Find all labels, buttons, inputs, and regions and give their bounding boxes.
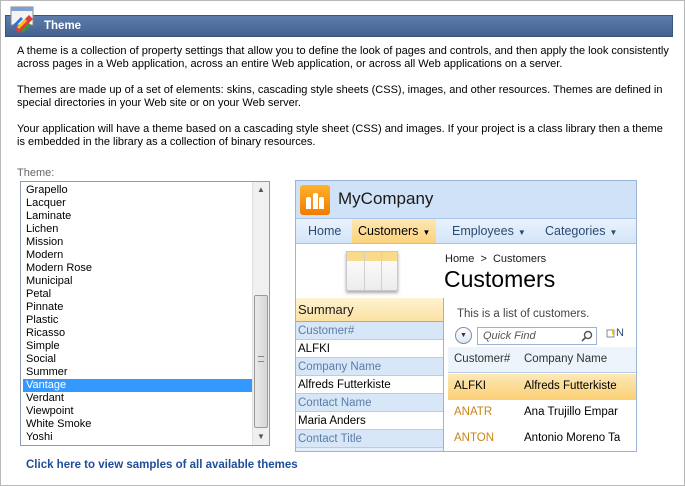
- scroll-up-icon[interactable]: ▲: [253, 182, 269, 198]
- grip-icon: [258, 356, 264, 362]
- theme-option[interactable]: Pinnate: [23, 301, 252, 314]
- quick-find-input[interactable]: Quick Find: [477, 327, 597, 345]
- theme-option[interactable]: Mission: [23, 236, 252, 249]
- summary-label-title: Contact Title: [296, 430, 443, 448]
- theme-option[interactable]: Petal: [23, 288, 252, 301]
- new-button[interactable]: N: [606, 327, 624, 339]
- grid-header: Customer# Company Name: [448, 347, 636, 373]
- theme-option[interactable]: White Smoke: [23, 418, 252, 431]
- section-header: Theme: [5, 15, 673, 37]
- search-icon[interactable]: [581, 330, 593, 342]
- section-title: Theme: [44, 20, 82, 32]
- actions-dropdown-icon[interactable]: ▼: [455, 327, 472, 344]
- scroll-thumb[interactable]: [254, 295, 268, 428]
- preview-menu-bar: Home Customers ▼ Employees ▼ Categories ▼: [296, 218, 636, 244]
- theme-list-items: Grapello Lacquer Laminate Lichen Mission Mode…: [23, 184, 252, 444]
- theme-listbox[interactable]: Grapello Lacquer Laminate Lichen Mission Mode…: [20, 181, 270, 446]
- column-company-name[interactable]: Company Name: [524, 353, 607, 365]
- chevron-down-icon: ▼: [609, 228, 618, 237]
- new-record-icon: [606, 328, 616, 338]
- theme-preview: MyCompany Home Customers ▼ Employees ▼ Cat…: [295, 180, 637, 452]
- summary-value-company: Alfreds Futterkiste: [296, 376, 443, 394]
- page-title: Customers: [444, 266, 556, 292]
- theme-option[interactable]: Vantage: [23, 379, 252, 392]
- summary-label-customer: Customer#: [296, 322, 443, 340]
- grid-illustration-icon: [346, 251, 398, 291]
- theme-option[interactable]: Laminate: [23, 210, 252, 223]
- breadcrumb[interactable]: Home > Customers: [445, 253, 546, 265]
- theme-option[interactable]: Yoshi: [23, 431, 252, 444]
- intro-paragraph-3: Your application will have a theme based…: [17, 123, 663, 148]
- preview-topbar: MyCompany: [296, 181, 636, 218]
- theme-option[interactable]: Lichen: [23, 223, 252, 236]
- menu-customers[interactable]: Customers ▼: [352, 219, 437, 243]
- theme-option[interactable]: Municipal: [23, 275, 252, 288]
- theme-option[interactable]: Plastic: [23, 314, 252, 327]
- menu-employees[interactable]: Employees ▼: [446, 219, 532, 243]
- table-row[interactable]: ANTON Antonio Moreno Ta: [448, 426, 636, 451]
- theme-option[interactable]: Lacquer: [23, 197, 252, 210]
- summary-value-contact: Maria Anders: [296, 412, 443, 430]
- theme-option[interactable]: Viewpoint: [23, 405, 252, 418]
- column-customer-id[interactable]: Customer#: [454, 353, 510, 365]
- theme-palette-icon: [10, 6, 34, 33]
- table-row[interactable]: ANATR Ana Trujillo Empar: [448, 400, 636, 426]
- table-row[interactable]: ALFKI Alfreds Futterkiste: [448, 374, 636, 400]
- menu-categories[interactable]: Categories ▼: [539, 219, 623, 243]
- theme-page: Theme A theme is a collection of propert…: [0, 0, 685, 486]
- theme-option[interactable]: Summer: [23, 366, 252, 379]
- chevron-down-icon: ▼: [422, 228, 431, 237]
- theme-option[interactable]: Ricasso: [23, 327, 252, 340]
- listbox-scrollbar[interactable]: ▲ ▼: [252, 182, 269, 445]
- quick-find-placeholder: Quick Find: [483, 330, 536, 342]
- summary-label-contact: Contact Name: [296, 394, 443, 412]
- summary-label-company: Company Name: [296, 358, 443, 376]
- summary-title: Summary: [296, 298, 443, 322]
- scroll-down-icon[interactable]: ▼: [253, 429, 269, 445]
- company-name: MyCompany: [338, 189, 434, 208]
- view-samples-link[interactable]: Click here to view samples of all availa…: [26, 459, 298, 471]
- chevron-down-icon: ▼: [517, 228, 526, 237]
- theme-option[interactable]: Social: [23, 353, 252, 366]
- menu-home[interactable]: Home: [302, 219, 347, 243]
- summary-value-customer: ALFKI: [296, 340, 443, 358]
- theme-option[interactable]: Grapello: [23, 184, 252, 197]
- company-logo-icon: [300, 185, 330, 215]
- summary-panel: Summary Customer# ALFKI Company Name Alf…: [296, 298, 444, 451]
- theme-option[interactable]: Simple: [23, 340, 252, 353]
- theme-label: Theme:: [17, 167, 55, 179]
- theme-option[interactable]: Modern: [23, 249, 252, 262]
- list-description: This is a list of customers.: [457, 308, 590, 320]
- theme-option[interactable]: Modern Rose: [23, 262, 252, 275]
- theme-option[interactable]: Verdant: [23, 392, 252, 405]
- intro-paragraph-2: Themes are made up of a set of elements:…: [17, 84, 663, 109]
- intro-paragraph-1: A theme is a collection of property sett…: [17, 45, 669, 70]
- grid-toolbar: ▼ Quick Find N: [455, 325, 636, 347]
